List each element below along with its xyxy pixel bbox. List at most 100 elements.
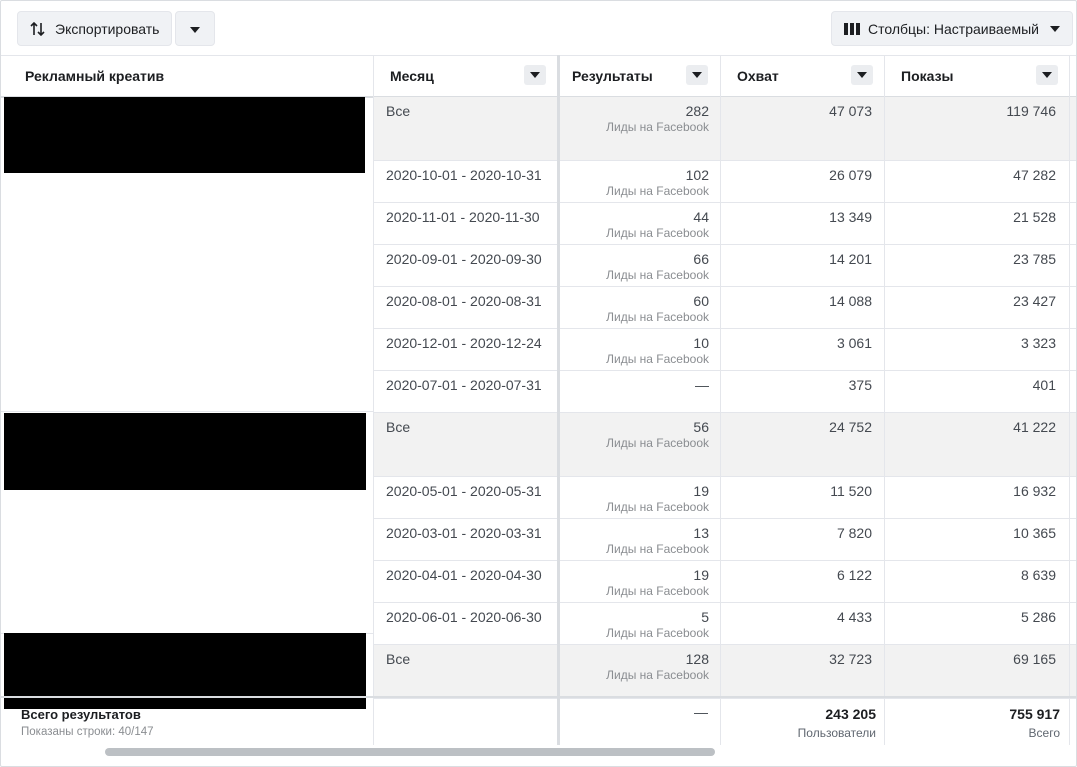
redacted-creative bbox=[4, 97, 365, 173]
results-unit: Лиды на Facebook bbox=[606, 584, 709, 598]
column-header-creative[interactable]: Рекламный креатив bbox=[25, 55, 365, 97]
impressions-cell: 401 bbox=[1032, 377, 1056, 393]
impressions-cell: 21 528 bbox=[1013, 209, 1056, 225]
table-row: 2020-08-01 - 2020-08-31 60 Лиды на Faceboo… bbox=[373, 287, 1076, 329]
impressions-cell: 41 222 bbox=[1013, 419, 1056, 435]
report-table-panel: Экспортировать Столбцы: Настраиваемый Ре… bbox=[0, 0, 1077, 767]
results-cell: 13 Лиды на Facebook bbox=[559, 525, 709, 556]
results-value: 19 bbox=[693, 483, 709, 499]
month-cell: 2020-03-01 - 2020-03-31 bbox=[386, 525, 542, 541]
caret-down-icon bbox=[1049, 25, 1061, 33]
sort-caret-icon[interactable] bbox=[1036, 65, 1058, 85]
reach-cell: 14 088 bbox=[829, 293, 872, 309]
month-cell: 2020-10-01 - 2020-10-31 bbox=[386, 167, 542, 183]
results-unit: Лиды на Facebook bbox=[606, 226, 709, 240]
results-cell: 282 Лиды на Facebook bbox=[559, 103, 709, 134]
impressions-cell: 47 282 bbox=[1013, 167, 1056, 183]
export-label: Экспортировать bbox=[55, 20, 160, 37]
impressions-cell: 119 746 bbox=[1006, 103, 1056, 119]
export-options-button[interactable] bbox=[175, 11, 215, 46]
column-header-month[interactable]: Месяц bbox=[373, 55, 558, 97]
month-cell: 2020-05-01 - 2020-05-31 bbox=[386, 483, 542, 499]
results-unit: Лиды на Facebook bbox=[606, 542, 709, 556]
impressions-cell: 10 365 bbox=[1013, 525, 1056, 541]
results-value: 60 bbox=[693, 293, 709, 309]
results-cell: 5 Лиды на Facebook bbox=[559, 609, 709, 640]
table-row: 2020-05-01 - 2020-05-31 19 Лиды на Faceboo… bbox=[373, 477, 1076, 519]
column-divider bbox=[373, 55, 374, 745]
column-header-results[interactable]: Результаты bbox=[559, 55, 720, 97]
impressions-cell: 16 932 bbox=[1013, 483, 1056, 499]
sort-arrows-icon bbox=[30, 21, 48, 36]
results-value: 5 bbox=[701, 609, 709, 625]
total-reach-unit: Пользователи bbox=[797, 726, 876, 740]
results-cell: 10 Лиды на Facebook bbox=[559, 335, 709, 366]
reach-cell: 7 820 bbox=[836, 525, 872, 541]
reach-cell: 6 122 bbox=[836, 567, 872, 583]
results-value: 66 bbox=[693, 251, 709, 267]
reach-cell: 3 061 bbox=[836, 335, 872, 351]
impressions-cell: 23 785 bbox=[1013, 251, 1056, 267]
horizontal-scrollbar[interactable] bbox=[105, 748, 715, 756]
reach-cell: 47 073 bbox=[829, 103, 872, 119]
data-table: Рекламный креатив Месяц Результаты Охват… bbox=[1, 55, 1076, 766]
column-header-reach[interactable]: Охват bbox=[721, 55, 885, 97]
reach-cell: 13 349 bbox=[829, 209, 872, 225]
column-divider bbox=[720, 55, 721, 745]
results-value: 102 bbox=[685, 167, 709, 183]
reach-cell: 4 433 bbox=[836, 609, 872, 625]
results-cell: 66 Лиды на Facebook bbox=[559, 251, 709, 282]
results-value: 10 bbox=[693, 335, 709, 351]
summary-row: Все 56 Лиды на Facebook 24 752 41 222 bbox=[373, 413, 1076, 477]
results-unit: Лиды на Facebook bbox=[606, 184, 709, 198]
column-header-label: Показы bbox=[901, 68, 954, 84]
results-unit: Лиды на Facebook bbox=[606, 352, 709, 366]
columns-button[interactable]: Столбцы: Настраиваемый bbox=[831, 11, 1073, 46]
sort-caret-icon[interactable] bbox=[686, 65, 708, 85]
results-cell: 19 Лиды на Facebook bbox=[559, 567, 709, 598]
results-value: 128 bbox=[685, 651, 709, 667]
results-unit: Лиды на Facebook bbox=[606, 668, 709, 682]
results-cell: 60 Лиды на Facebook bbox=[559, 293, 709, 324]
summary-row: Все 282 Лиды на Facebook 47 073 119 746 bbox=[373, 97, 1076, 161]
table-row: 2020-03-01 - 2020-03-31 13 Лиды на Faceboo… bbox=[373, 519, 1076, 561]
column-header-label: Охват bbox=[737, 68, 779, 84]
reach-cell: 26 079 bbox=[829, 167, 872, 183]
column-header-label: Результаты bbox=[572, 68, 653, 84]
export-button[interactable]: Экспортировать bbox=[17, 11, 172, 46]
sort-caret-icon[interactable] bbox=[851, 65, 873, 85]
month-cell: 2020-09-01 - 2020-09-30 bbox=[386, 251, 542, 267]
column-header-label: Рекламный креатив bbox=[25, 68, 165, 84]
results-value: — bbox=[695, 377, 709, 393]
impressions-cell: 23 427 bbox=[1013, 293, 1056, 309]
results-value: 56 bbox=[693, 419, 709, 435]
reach-cell: 11 520 bbox=[830, 483, 872, 499]
month-cell: 2020-07-01 - 2020-07-31 bbox=[386, 377, 542, 393]
impressions-cell: 3 323 bbox=[1020, 335, 1056, 351]
total-reach-value: 243 205 bbox=[825, 706, 876, 722]
toolbar: Экспортировать Столбцы: Настраиваемый bbox=[1, 1, 1076, 55]
total-impressions: 755 917 Всего bbox=[885, 706, 1060, 740]
caret-down-icon bbox=[189, 21, 201, 37]
reach-cell: 24 752 bbox=[829, 419, 872, 435]
totals-label: Всего результатов bbox=[21, 707, 141, 722]
table-row: 2020-11-01 - 2020-11-30 44 Лиды на Faceboo… bbox=[373, 203, 1076, 245]
results-value: 19 bbox=[693, 567, 709, 583]
column-divider bbox=[884, 55, 885, 745]
reach-cell: 14 201 bbox=[829, 251, 872, 267]
column-header-impressions[interactable]: Показы bbox=[885, 55, 1070, 97]
month-cell: 2020-06-01 - 2020-06-30 bbox=[386, 609, 542, 625]
table-row: 2020-09-01 - 2020-09-30 66 Лиды на Faceboo… bbox=[373, 245, 1076, 287]
month-cell: 2020-12-01 - 2020-12-24 bbox=[386, 335, 542, 351]
group-divider bbox=[1, 411, 373, 412]
results-value: 44 bbox=[693, 209, 709, 225]
redacted-creative bbox=[4, 413, 366, 490]
results-cell: 56 Лиды на Facebook bbox=[559, 419, 709, 450]
sort-caret-icon[interactable] bbox=[524, 65, 546, 85]
results-cell: 44 Лиды на Facebook bbox=[559, 209, 709, 240]
impressions-cell: 8 639 bbox=[1020, 567, 1056, 583]
total-reach: 243 205 Пользователи bbox=[721, 706, 876, 740]
columns-label: Столбцы: Настраиваемый bbox=[868, 20, 1039, 37]
table-row: 2020-12-01 - 2020-12-24 10 Лиды на Faceboo… bbox=[373, 329, 1076, 371]
columns-icon bbox=[844, 22, 860, 35]
